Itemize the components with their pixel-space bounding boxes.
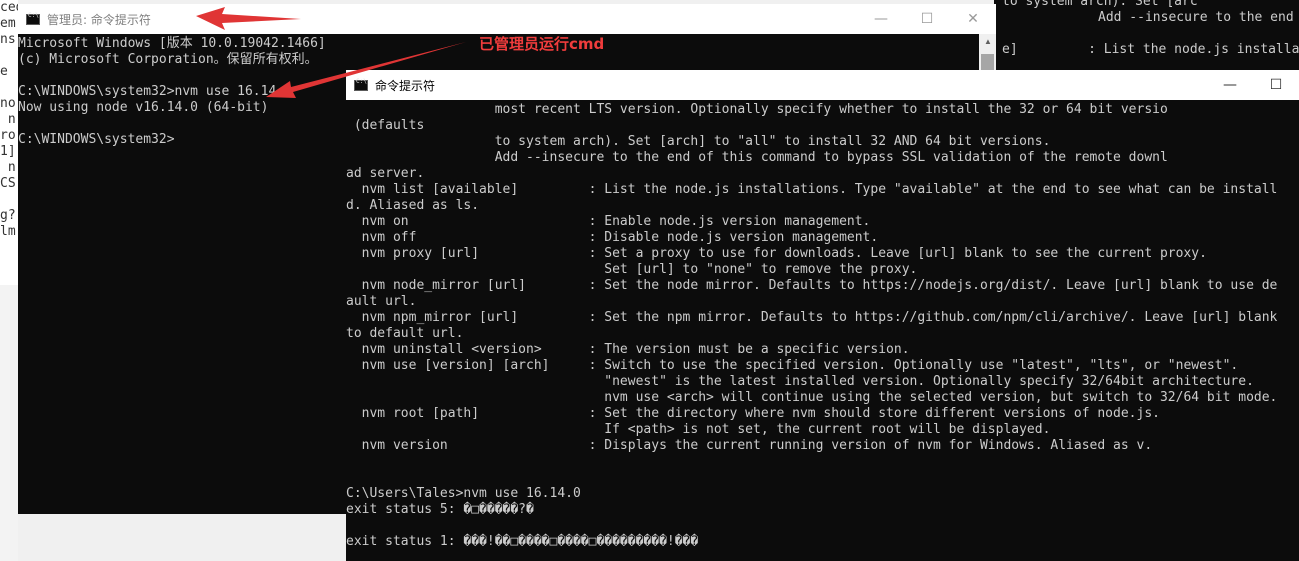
user-window-controls: — ☐ ✕ <box>1207 70 1299 100</box>
user-line: nvm root [path] : Set the directory wher… <box>346 406 1160 421</box>
bg-line <box>0 192 18 208</box>
user-line: nvm on : Enable node.js version manageme… <box>346 214 871 229</box>
bg-line: CS <box>0 176 16 191</box>
bg-line: ro <box>0 128 16 143</box>
maximize-icon[interactable]: ☐ <box>904 4 950 34</box>
user-line <box>346 518 1299 534</box>
bg-line: em <box>0 16 16 31</box>
admin-window-title: 管理员: 命令提示符 <box>47 12 151 27</box>
user-line: nvm proxy [url] : Set a proxy to use for… <box>346 246 1207 261</box>
user-line: to system arch). Set [arch] to "all" to … <box>346 134 1051 149</box>
user-line: nvm npm_mirror [url] : Set the npm mirro… <box>346 310 1278 325</box>
user-window-title: 命令提示符 <box>375 78 436 93</box>
user-window-titlebar[interactable]: 命令提示符 — ☐ ✕ <box>346 70 1299 100</box>
user-line: (defaults <box>346 118 425 133</box>
bg-line: ns <box>0 32 16 47</box>
background-page-fragments: cedemns e no nro1] nCS g?lm <box>0 0 18 240</box>
bg-line: lm <box>0 224 16 239</box>
bg-line: 1] <box>0 144 16 159</box>
background-console-line: e] : List the node.js installa <box>1002 42 1299 57</box>
background-page: cedemns e no nro1] nCS g?lm <box>0 0 18 290</box>
user-console-output[interactable]: most recent LTS version. Optionally spec… <box>346 102 1299 561</box>
user-line: C:\Users\Tales>nvm use 16.14.0 <box>346 486 581 501</box>
admin-window-titlebar[interactable]: 管理员: 命令提示符 — ☐ ✕ <box>18 4 996 34</box>
bg-line: ced <box>0 0 18 15</box>
user-line: exit status 5: �□�����?� <box>346 502 534 517</box>
bg-line <box>0 48 18 64</box>
user-line: ad server. <box>346 166 425 181</box>
bg-line: g? <box>0 208 16 223</box>
user-line: nvm node_mirror [url] : Set the node mir… <box>346 278 1278 293</box>
bg-line: n <box>0 160 16 175</box>
background-page-lower <box>0 285 18 561</box>
user-line: Set [url] to "none" to remove the proxy. <box>346 262 918 277</box>
cmd-icon <box>354 78 368 91</box>
user-line: nvm uninstall <version> : The version mu… <box>346 342 910 357</box>
user-line: most recent LTS version. Optionally spec… <box>346 102 1168 117</box>
bg-line: no <box>0 96 16 111</box>
user-line: nvm off : Disable node.js version manage… <box>346 230 879 245</box>
user-line: d. Aliased as ls. <box>346 198 480 213</box>
bg-line <box>0 80 18 96</box>
maximize-icon[interactable]: ☐ <box>1253 70 1299 100</box>
close-icon[interactable]: ✕ <box>950 4 996 34</box>
user-line: Add --insecure to the end of this comman… <box>346 150 1168 165</box>
user-line <box>346 470 1299 486</box>
user-line: nvm list [available] : List the node.js … <box>346 182 1278 197</box>
minimize-icon[interactable]: — <box>1207 70 1253 100</box>
background-console: to system arch). Set [arc Add --insecure… <box>994 0 1299 70</box>
bg-line: e <box>0 64 8 79</box>
user-line: If <path> is not set, the current root w… <box>346 422 1051 437</box>
minimize-icon[interactable]: — <box>858 4 904 34</box>
user-line: nvm use <arch> will continue using the s… <box>346 390 1278 405</box>
background-console-line: to system arch). Set [arc <box>1002 0 1198 9</box>
cmd-icon <box>26 12 40 25</box>
user-line: exit status 1: ���!��□����□����□��������… <box>346 534 699 549</box>
user-line: "newest" is the latest installed version… <box>346 374 1254 389</box>
user-cmd-window[interactable]: 命令提示符 — ☐ ✕ most recent LTS version. Opt… <box>346 70 1299 561</box>
user-line: ault url. <box>346 294 417 309</box>
background-console-line: Add --insecure to the end <box>1098 10 1294 25</box>
admin-window-controls: — ☐ ✕ <box>858 4 996 34</box>
annotation-label: 已管理员运行cmd <box>479 35 605 53</box>
user-line: to default url. <box>346 326 464 341</box>
admin-line: (c) Microsoft Corporation。保留所有权利。 <box>18 52 318 67</box>
bg-line: n <box>0 112 16 127</box>
user-line: nvm use [version] [arch] : Switch to use… <box>346 358 1239 373</box>
user-line: nvm version : Displays the current runni… <box>346 438 1153 453</box>
user-console-lines: most recent LTS version. Optionally spec… <box>346 102 1299 550</box>
user-line <box>346 454 1299 470</box>
